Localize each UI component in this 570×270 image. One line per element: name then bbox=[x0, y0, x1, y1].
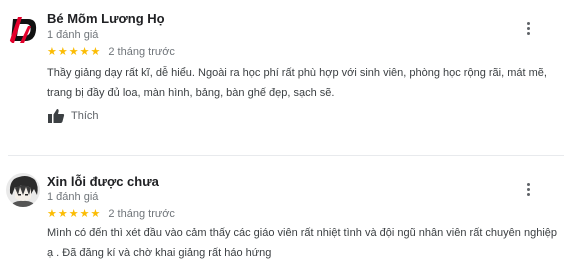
thumbs-up-icon bbox=[48, 109, 65, 123]
more-options-button[interactable] bbox=[521, 19, 535, 37]
review-text-line: Thầy giảng dạy rất kĩ, dễ hiểu. Ngoài ra… bbox=[47, 67, 547, 79]
reviewer-review-count: 1 đánh giá bbox=[47, 191, 99, 203]
star-rating: ★ ★ ★ ★ ★ bbox=[47, 207, 100, 221]
more-options-button[interactable] bbox=[521, 180, 535, 198]
reviewer-name[interactable]: Xin lỗi được chưa bbox=[47, 174, 159, 189]
star-icon: ★ bbox=[68, 45, 79, 58]
star-icon: ★ bbox=[79, 45, 90, 58]
rating-row: ★ ★ ★ ★ ★ 2 tháng trước bbox=[47, 45, 175, 59]
star-icon: ★ bbox=[90, 45, 101, 58]
anime-character-avatar-icon bbox=[6, 173, 40, 207]
star-icon: ★ bbox=[90, 207, 101, 220]
review-card-1: Bé Mõm Lương Họ 1 đánh giá ★ ★ ★ ★ ★ 2 t… bbox=[0, 0, 570, 155]
reviewer-avatar[interactable] bbox=[6, 173, 40, 207]
star-icon: ★ bbox=[47, 207, 57, 220]
star-icon: ★ bbox=[57, 207, 68, 220]
review-text-line: Mình có đến thì xét đầu vào cảm thấy các… bbox=[47, 227, 557, 239]
star-icon: ★ bbox=[68, 207, 79, 220]
review-text-line: ạ . Đã đăng kí và chờ khai giảng rất háo… bbox=[47, 247, 272, 259]
star-icon: ★ bbox=[47, 45, 57, 58]
star-icon: ★ bbox=[57, 45, 68, 58]
more-vert-dot bbox=[526, 26, 530, 30]
review-card-2: Xin lỗi được chưa 1 đánh giá ★ ★ ★ ★ ★ 2… bbox=[0, 156, 570, 270]
review-text: Thầy giảng dạy rất kĩ, dễ hiểu. Ngoài ra… bbox=[47, 63, 567, 103]
more-vert-dot bbox=[526, 182, 530, 186]
reviewer-review-count: 1 đánh giá bbox=[47, 29, 99, 41]
reviewer-avatar[interactable] bbox=[6, 13, 40, 47]
red-d-logo-icon bbox=[6, 13, 40, 47]
rating-row: ★ ★ ★ ★ ★ 2 tháng trước bbox=[47, 207, 175, 221]
review-text: Mình có đến thì xét đầu vào cảm thấy các… bbox=[47, 223, 567, 263]
review-text-line: trang bị đầy đủ loa, màn hình, bảng, bàn… bbox=[47, 87, 335, 99]
like-label: Thích bbox=[71, 110, 99, 122]
review-time: 2 tháng trước bbox=[108, 208, 175, 220]
more-vert-dot bbox=[526, 187, 530, 191]
review-time: 2 tháng trước bbox=[108, 46, 175, 58]
more-vert-dot bbox=[526, 21, 530, 25]
more-vert-dot bbox=[526, 31, 530, 35]
star-rating: ★ ★ ★ ★ ★ bbox=[47, 45, 100, 59]
like-button[interactable]: Thích bbox=[47, 108, 99, 124]
star-icon: ★ bbox=[79, 207, 90, 220]
reviewer-name[interactable]: Bé Mõm Lương Họ bbox=[47, 11, 165, 26]
more-vert-dot bbox=[526, 192, 530, 196]
